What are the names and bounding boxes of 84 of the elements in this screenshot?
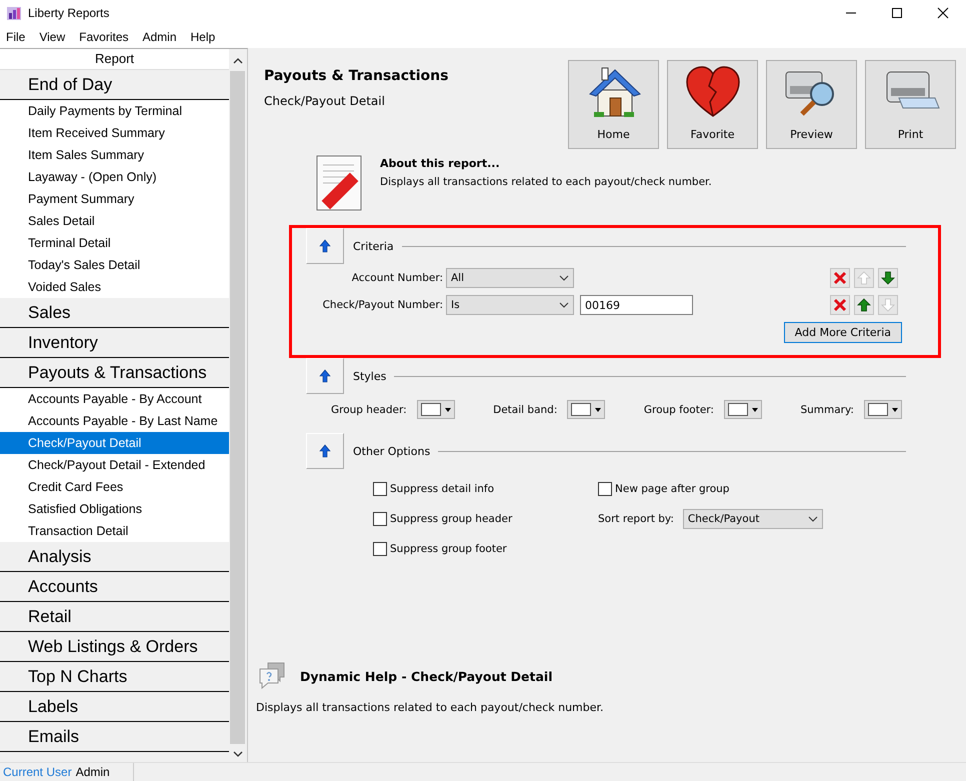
checkbox[interactable] — [373, 482, 387, 496]
sidebar-header: Report — [0, 49, 229, 70]
favorite-button[interactable]: Favorite — [667, 60, 758, 149]
report-item[interactable]: Voided Sales — [0, 276, 229, 298]
scrollbar-thumb[interactable] — [230, 71, 245, 744]
chevron-down-icon — [808, 516, 818, 522]
collapse-button[interactable] — [306, 358, 344, 394]
preview-button[interactable]: Preview — [766, 60, 857, 149]
collapse-button[interactable] — [306, 228, 344, 264]
menu-item[interactable]: File — [6, 30, 26, 44]
help-title: Dynamic Help - Check/Payout Detail — [300, 668, 553, 684]
report-item[interactable]: Payment Summary — [0, 188, 229, 210]
menu-item[interactable]: Admin — [142, 30, 177, 44]
report-item[interactable]: Sales Detail — [0, 210, 229, 232]
add-criteria-button[interactable]: Add More Criteria — [784, 322, 902, 343]
dropdown-arrow-icon — [595, 408, 602, 412]
menu-item[interactable]: View — [39, 30, 66, 44]
style-label: Group header: — [331, 404, 407, 416]
scroll-up-icon[interactable] — [232, 57, 242, 65]
operator-dropdown[interactable]: Is — [446, 295, 574, 315]
checkbox[interactable] — [373, 542, 387, 556]
report-item[interactable]: Check/Payout Detail - Extended — [0, 454, 229, 476]
style-label: Summary: — [800, 404, 854, 416]
section-title: Criteria — [353, 240, 394, 252]
sample-report-icon — [316, 155, 362, 211]
about-title: About this report... — [380, 157, 501, 170]
status-label: Current User — [3, 765, 72, 779]
style-label: Group footer: — [644, 404, 714, 416]
section-title: Other Options — [353, 444, 430, 458]
report-group-title: Payouts & Transactions — [264, 68, 448, 84]
criteria-label: Account Number: — [350, 272, 444, 284]
checkbox-label[interactable]: New page after group — [615, 483, 730, 495]
color-picker[interactable] — [416, 400, 455, 419]
color-picker[interactable] — [864, 400, 902, 419]
checkbox[interactable] — [598, 482, 612, 496]
app-icon — [6, 5, 22, 21]
report-item[interactable]: Credit Card Fees — [0, 476, 229, 498]
report-item[interactable]: Check/Payout Detail — [0, 432, 229, 454]
report-item[interactable]: Item Received Summary — [0, 122, 229, 144]
collapse-button[interactable] — [306, 433, 344, 469]
operator-dropdown[interactable]: All — [446, 268, 574, 288]
chevron-down-icon — [559, 275, 569, 281]
menu-item[interactable]: Help — [190, 30, 216, 44]
up-arrow-icon — [319, 369, 331, 383]
checkbox-label[interactable]: Suppress group header — [390, 513, 512, 525]
style-label: Detail band: — [493, 404, 558, 416]
report-item[interactable]: Satisfied Obligations — [0, 498, 229, 520]
color-picker[interactable] — [724, 400, 762, 419]
chevron-down-icon — [559, 302, 569, 308]
menu-item[interactable]: Favorites — [79, 30, 128, 44]
dropdown-arrow-icon — [444, 408, 451, 412]
value-field[interactable]: 00169 — [580, 295, 693, 315]
color-picker[interactable] — [567, 400, 606, 419]
up-arrow-icon — [319, 444, 331, 458]
checkbox-label[interactable]: Suppress detail info — [390, 483, 494, 495]
window-title: Liberty Reports — [28, 6, 110, 20]
sort-dropdown[interactable]: Check/Payout — [682, 509, 823, 529]
criteria-label: Check/Payout Number: — [322, 299, 444, 311]
section-title: Styles — [353, 370, 386, 382]
report-name: Check/Payout Detail — [264, 94, 386, 108]
up-arrow-icon — [319, 239, 331, 253]
checkbox-label[interactable]: Suppress group footer — [390, 543, 507, 555]
report-item[interactable]: Transaction Detail — [0, 520, 229, 542]
help-text: Displays all transactions related to each payout/check number. — [256, 701, 605, 714]
print-button[interactable]: Print — [865, 60, 956, 149]
remove-button[interactable] — [830, 268, 850, 288]
report-item[interactable]: Daily Payments by Terminal — [0, 100, 229, 122]
dropdown-arrow-icon — [892, 408, 898, 412]
move-up-button[interactable] — [854, 295, 874, 315]
current-user: Admin — [76, 765, 110, 779]
remove-button[interactable] — [830, 295, 850, 315]
about-description: Displays all transactions related to each payout/check number. — [380, 176, 712, 188]
sort-label: Sort report by: — [598, 513, 674, 525]
report-item[interactable]: Accounts Payable - By Account — [0, 388, 229, 410]
report-item[interactable]: Layaway - (Open Only) — [0, 166, 229, 188]
report-item[interactable]: Today's Sales Detail — [0, 254, 229, 276]
report-item[interactable]: Item Sales Summary — [0, 144, 229, 166]
scroll-down-icon[interactable] — [232, 750, 242, 758]
home-button[interactable]: Home — [568, 60, 659, 149]
dropdown-arrow-icon — [752, 408, 758, 412]
move-down-button[interactable] — [878, 268, 898, 288]
report-item[interactable]: Accounts Payable - By Last Name — [0, 410, 229, 432]
report-item[interactable]: Terminal Detail — [0, 232, 229, 254]
checkbox[interactable] — [373, 512, 387, 526]
